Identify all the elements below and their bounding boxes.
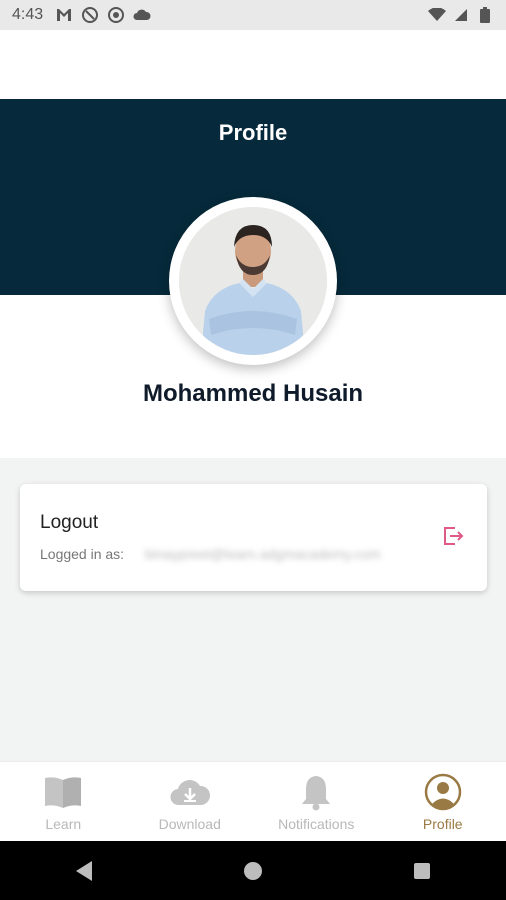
bell-icon [296,772,336,812]
recents-icon[interactable] [402,851,442,891]
status-icons-left [55,6,151,24]
signal-icon [452,6,470,24]
back-icon[interactable] [64,851,104,891]
bottom-nav: Learn Download Notifications Profile [0,761,506,842]
nav-label-learn: Learn [45,816,82,832]
cloud-icon [133,6,151,24]
android-nav-bar [0,841,506,900]
avatar-photo-icon [179,207,327,355]
status-time: 4:43 [12,6,44,23]
wifi-icon [428,6,446,24]
nav-label-notifications: Notifications [278,816,355,832]
nav-notifications[interactable]: Notifications [253,762,380,842]
logout-icon[interactable] [441,524,465,548]
logged-in-email: binaypreet@learn.adgmacademy.com [145,546,381,562]
nav-download[interactable]: Download [127,762,254,842]
nav-label-profile: Profile [422,816,463,832]
status-icons-right [428,6,494,24]
target-icon [107,6,125,24]
user-icon [423,772,463,812]
logged-in-label: Logged in as: [40,546,125,562]
profile-name: Mohammed Husain [142,380,364,407]
gmail-icon [55,6,73,24]
nav-learn[interactable]: Learn [0,762,127,842]
home-icon[interactable] [233,851,273,891]
do-not-disturb-icon [81,6,99,24]
battery-icon [476,6,494,24]
book-icon [43,772,83,812]
page-title: Profile [218,120,288,145]
cloud-download-icon [170,772,210,812]
nav-profile[interactable]: Profile [380,762,506,842]
avatar [179,207,327,355]
app-top-area [0,30,506,99]
nav-label-download: Download [158,816,221,832]
status-bar: 4:43 [0,0,506,30]
logout-title: Logout [40,512,99,533]
logout-card[interactable]: Logout Logged in as: binaypreet@learn.ad… [20,484,487,591]
avatar-ring [169,197,337,365]
